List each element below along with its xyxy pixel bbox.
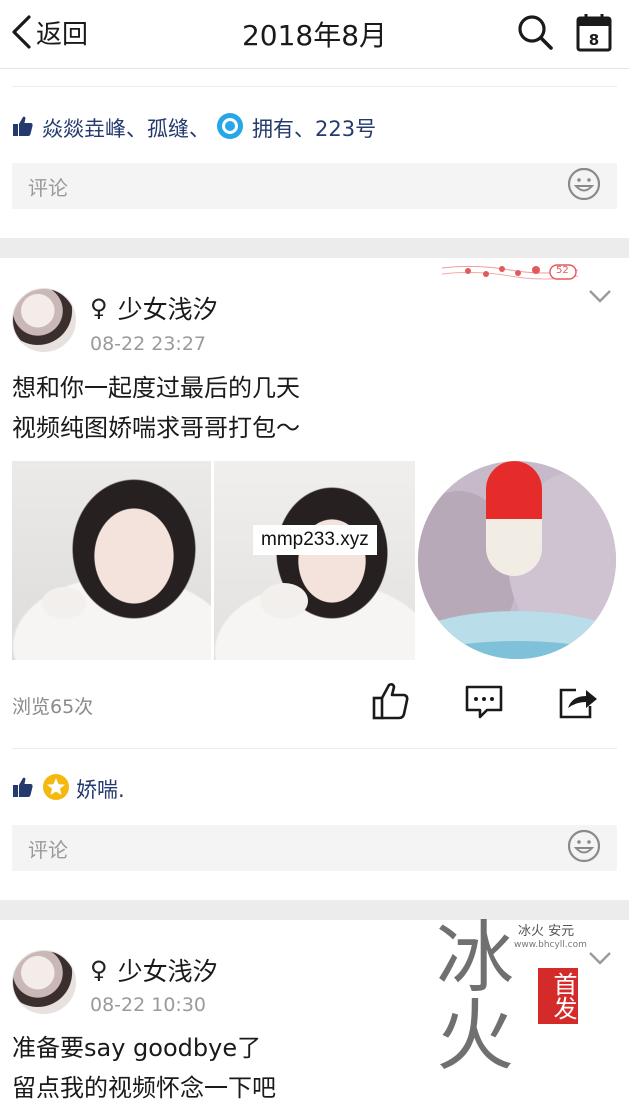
svg-text:8: 8 bbox=[589, 31, 599, 49]
watermark-url: www.bhcyll.com bbox=[514, 940, 587, 950]
calendar-icon: 8 bbox=[576, 14, 612, 56]
calendar-button[interactable]: 8 bbox=[576, 12, 614, 52]
comment-placeholder: 评论 bbox=[28, 837, 68, 862]
female-icon: ♀ bbox=[90, 294, 108, 322]
search-button[interactable] bbox=[516, 13, 554, 51]
female-icon: ♀ bbox=[90, 956, 108, 984]
likes-row: 焱燚垚峰、孤缝、 拥有、223号 bbox=[12, 112, 376, 144]
comment-button[interactable] bbox=[464, 684, 504, 724]
avatar[interactable] bbox=[12, 950, 76, 1014]
watermark-big-chars: 冰火 bbox=[423, 916, 513, 1072]
like-button[interactable] bbox=[372, 682, 410, 724]
author-name[interactable]: ♀ 少女浅汐 bbox=[90, 952, 218, 988]
author-name[interactable]: ♀ 少女浅汐 bbox=[90, 290, 218, 326]
ring-badge-icon bbox=[216, 112, 244, 145]
thumbs-up-icon bbox=[12, 115, 34, 142]
like-outline-icon bbox=[372, 683, 410, 724]
smiley-icon[interactable] bbox=[567, 167, 601, 205]
likes-names-more[interactable]: 拥有、223号 bbox=[252, 113, 376, 143]
author-name-text: 少女浅汐 bbox=[117, 957, 218, 986]
divider bbox=[12, 748, 617, 749]
likes-row: 娇喘. bbox=[12, 772, 125, 806]
section-separator bbox=[0, 238, 629, 258]
share-button[interactable] bbox=[558, 684, 600, 724]
brand-watermark: 冰火 冰火 安元 www.bhcyll.com 首发 bbox=[423, 908, 628, 1080]
overlay-watermark: mmp233.xyz bbox=[253, 525, 377, 555]
deco-badge-text: 52 bbox=[556, 265, 569, 276]
post-text-line: 准备要say goodbye了 bbox=[12, 1034, 262, 1062]
post-text-line: 想和你一起度过最后的几天 bbox=[12, 374, 300, 402]
post-photo[interactable] bbox=[12, 461, 211, 660]
comment-input[interactable]: 评论 bbox=[12, 163, 617, 209]
share-icon bbox=[558, 688, 600, 724]
post-time: 08-22 23:27 bbox=[90, 333, 207, 355]
likes-names[interactable]: 娇喘. bbox=[76, 774, 125, 804]
post-text-line: 留点我的视频怀念一下吧 bbox=[12, 1074, 276, 1102]
post-text-line: 视频纯图娇喘求哥哥打包～ bbox=[12, 414, 300, 442]
thumbs-up-icon bbox=[12, 776, 34, 803]
comment-input[interactable]: 评论 bbox=[12, 825, 617, 871]
view-count: 浏览65次 bbox=[12, 696, 94, 718]
search-icon bbox=[516, 15, 554, 55]
watermark-red-seal: 首发 bbox=[538, 968, 578, 1024]
smiley-icon[interactable] bbox=[567, 829, 601, 867]
comment-placeholder: 评论 bbox=[28, 175, 68, 200]
divider bbox=[12, 86, 617, 87]
deco-notes: 52 bbox=[440, 262, 580, 284]
post-text: 想和你一起度过最后的几天 视频纯图娇喘求哥哥打包～ bbox=[12, 368, 300, 448]
post-photo[interactable] bbox=[418, 461, 617, 660]
post-menu-button[interactable] bbox=[588, 288, 612, 308]
star-badge-icon bbox=[42, 773, 70, 806]
likes-names[interactable]: 焱燚垚峰、孤缝、 bbox=[42, 113, 210, 143]
watermark-small-text: 冰火 安元 bbox=[518, 924, 575, 939]
post-photo[interactable] bbox=[214, 461, 415, 660]
post-time: 08-22 10:30 bbox=[90, 994, 207, 1016]
chevron-down-icon bbox=[588, 289, 612, 308]
author-name-text: 少女浅汐 bbox=[117, 295, 218, 324]
post-text: 准备要say goodbye了 留点我的视频怀念一下吧 bbox=[12, 1028, 276, 1108]
comment-icon bbox=[464, 685, 504, 724]
avatar[interactable] bbox=[12, 288, 76, 352]
